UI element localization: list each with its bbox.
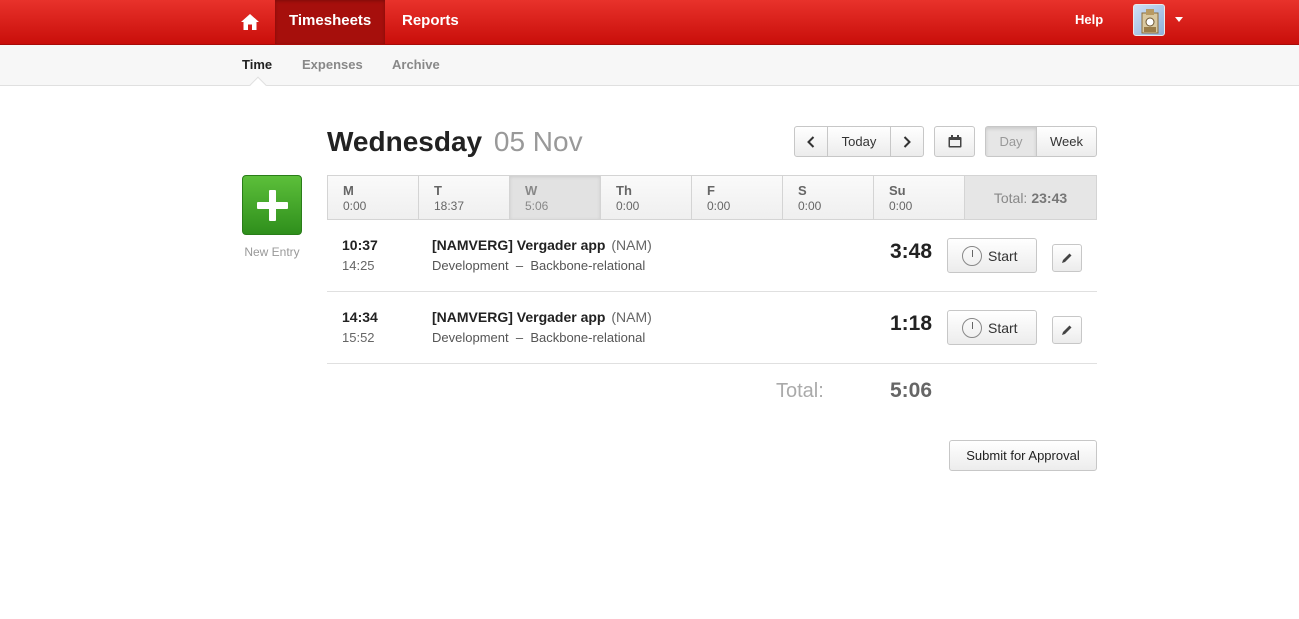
day-name: Wednesday: [327, 126, 483, 157]
week-day-thu[interactable]: Th 0:00: [601, 176, 692, 219]
entry-separator: –: [515, 258, 524, 273]
entry-task: Development – Backbone-relational: [432, 258, 645, 273]
entry-start-time: 14:34: [342, 309, 378, 325]
today-button[interactable]: Today: [827, 126, 891, 157]
subnav-tab-expenses[interactable]: Expenses: [302, 45, 363, 85]
day-hours: 0:00: [707, 199, 731, 213]
help-link[interactable]: Help: [1075, 0, 1103, 40]
entry-project-code: (NAM): [611, 309, 652, 325]
edit-entry-button[interactable]: [1052, 244, 1082, 272]
new-entry-label: New Entry: [244, 245, 300, 259]
week-day-fri[interactable]: F 0:00: [692, 176, 783, 219]
next-day-button[interactable]: [890, 126, 924, 157]
nav-tab-reports[interactable]: Reports: [388, 0, 473, 44]
day-total-label: Total:: [776, 380, 824, 402]
entry-project: [NAMVERG] Vergader app (NAM): [432, 237, 652, 253]
entry-task: Development – Backbone-relational: [432, 330, 645, 345]
day-label: M: [343, 183, 354, 198]
day-total-value: 5:06: [889, 379, 932, 402]
entry-end-time: 14:25: [342, 258, 375, 273]
day-label: Th: [616, 183, 632, 198]
day-label: F: [707, 183, 715, 198]
entry-task-name: Development: [432, 330, 509, 345]
start-timer-button[interactable]: Start: [947, 310, 1037, 345]
day-hours: 0:00: [343, 199, 367, 213]
time-entry-row: 14:34 15:52 [NAMVERG] Vergader app (NAM)…: [327, 292, 1097, 364]
clock-icon: [962, 317, 982, 338]
week-day-wed[interactable]: W 5:06: [510, 176, 601, 219]
sub-navbar: Time Expenses Archive: [0, 45, 1299, 94]
entry-end-time: 15:52: [342, 330, 375, 345]
start-label: Start: [988, 319, 1018, 336]
clock-icon: [962, 245, 982, 266]
entry-task-name: Development: [432, 258, 509, 273]
week-total-value: 23:43: [1031, 189, 1068, 206]
nav-tab-timesheets[interactable]: Timesheets: [275, 0, 386, 44]
day-hours: 0:00: [616, 199, 640, 213]
entry-duration: 1:18: [889, 312, 932, 335]
entry-project-name: [NAMVERG] Vergader app: [432, 309, 606, 325]
user-avatar[interactable]: [1133, 4, 1165, 36]
day-hours: 5:06: [525, 199, 549, 213]
week-total-label: Total:: [993, 189, 1028, 206]
week-day-sun[interactable]: Su 0:00: [874, 176, 965, 219]
time-entry-row: 10:37 14:25 [NAMVERG] Vergader app (NAM)…: [327, 220, 1097, 292]
calendar-button[interactable]: [934, 126, 975, 157]
day-date: 05 Nov: [493, 126, 583, 157]
entry-separator: –: [515, 330, 524, 345]
chevron-left-icon: [807, 135, 815, 148]
view-day-button[interactable]: Day: [985, 126, 1037, 157]
prev-day-button[interactable]: [794, 126, 828, 157]
chevron-down-icon[interactable]: [1175, 17, 1183, 22]
week-day-mon[interactable]: M 0:00: [328, 176, 419, 219]
entry-subtask: Backbone-relational: [530, 258, 646, 273]
entry-project: [NAMVERG] Vergader app (NAM): [432, 309, 652, 325]
day-label: W: [525, 183, 538, 198]
top-navbar: Timesheets Reports Help: [0, 0, 1299, 45]
view-week-button[interactable]: Week: [1036, 126, 1097, 157]
edit-entry-button[interactable]: [1052, 316, 1082, 344]
day-label: T: [434, 183, 442, 198]
submit-for-approval-button[interactable]: Submit for Approval: [949, 440, 1097, 471]
calendar-icon: [948, 135, 961, 148]
subnav-tab-archive[interactable]: Archive: [392, 45, 440, 85]
week-summary: M 0:00 T 18:37 W 5:06 Th 0:00 F 0:00 S 0…: [327, 175, 1097, 220]
page-title: Wednesday 05 Nov: [327, 126, 583, 158]
avatar-image: [1141, 9, 1159, 34]
home-button[interactable]: [226, 0, 274, 44]
day-hours: 18:37: [434, 199, 465, 213]
week-total: Total: 23:43: [965, 176, 1096, 219]
new-entry-button[interactable]: [242, 175, 302, 235]
day-label: Su: [889, 183, 906, 198]
entry-project-code: (NAM): [611, 237, 652, 253]
entry-duration: 3:48: [889, 240, 932, 263]
pencil-icon: [1062, 253, 1072, 263]
week-day-tue[interactable]: T 18:37: [419, 176, 510, 219]
day-label: S: [798, 183, 807, 198]
day-hours: 0:00: [889, 199, 913, 213]
entry-subtask: Backbone-relational: [530, 330, 646, 345]
entry-start-time: 10:37: [342, 237, 378, 253]
chevron-right-icon: [903, 135, 911, 148]
entry-project-name: [NAMVERG] Vergader app: [432, 237, 606, 253]
day-hours: 0:00: [798, 199, 822, 213]
start-label: Start: [988, 247, 1018, 264]
week-day-sat[interactable]: S 0:00: [783, 176, 874, 219]
start-timer-button[interactable]: Start: [947, 238, 1037, 273]
pencil-icon: [1062, 325, 1072, 335]
home-icon: [241, 14, 259, 30]
